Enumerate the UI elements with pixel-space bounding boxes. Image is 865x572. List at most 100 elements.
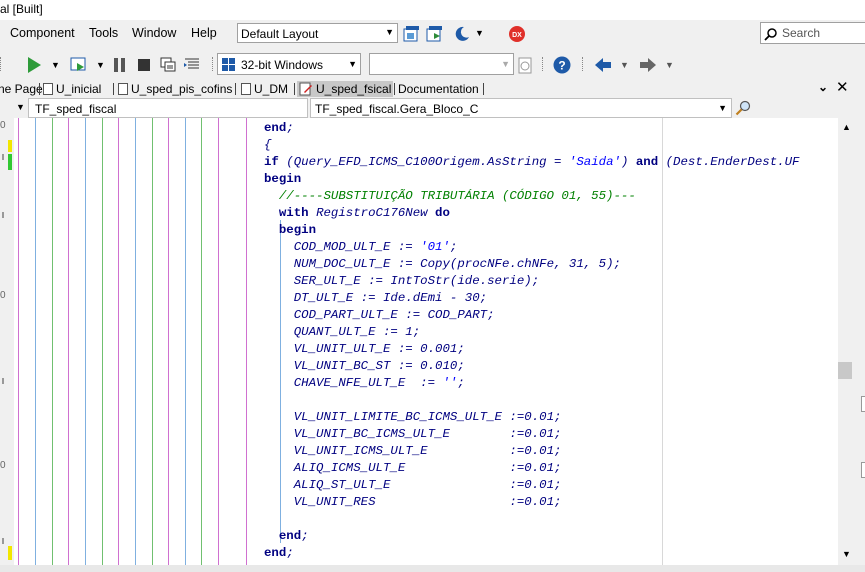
code-text: end; {if (Query_EFD_ICMS_C100Origem.AsStr…	[264, 120, 799, 562]
tab-separator	[235, 83, 236, 95]
dx-badge-text: DX	[512, 32, 522, 39]
gutter-marker	[2, 212, 4, 218]
menu-window[interactable]: Window	[132, 26, 176, 40]
load-layout-icon[interactable]	[425, 24, 445, 44]
code-navigation-bar: ▼ TF_sped_fiscal TF_sped_fiscal.Gera_Blo…	[0, 98, 865, 118]
tab-u-sped-pis-cofins[interactable]: U_sped_pis_cofins	[118, 81, 232, 97]
theme-moon-icon[interactable]	[452, 24, 472, 44]
class-combo[interactable]: TF_sped_fiscal	[28, 98, 308, 118]
gutter-marker: 0	[0, 460, 6, 471]
toolbar-separator	[582, 57, 584, 71]
nav-chevron-down-icon[interactable]: ▼	[16, 102, 25, 112]
tab-list-chevron-icon[interactable]: ⌄	[818, 80, 828, 94]
code-line: CHAVE_NFE_ULT_E := '';	[293, 376, 465, 390]
chevron-down-icon: ▼	[348, 59, 357, 69]
scroll-down-icon[interactable]: ▼	[842, 549, 851, 559]
tab-label: U_DM	[254, 82, 289, 96]
method-combo-value: TF_sped_fiscal.Gera_Bloco_C	[315, 102, 479, 116]
run-chevron-down-icon[interactable]: ▼	[51, 60, 60, 70]
trace-into-icon[interactable]	[182, 55, 202, 75]
indent-guide	[52, 118, 53, 565]
indent-guide	[35, 118, 36, 565]
title-bar: al [Built]	[0, 0, 865, 20]
toolbar-separator	[542, 57, 544, 71]
platform-combo[interactable]: 32-bit Windows ▼	[217, 53, 361, 75]
layout-combo[interactable]: Default Layout ▼	[237, 23, 398, 43]
close-icon[interactable]: ✕	[836, 78, 849, 96]
code-line: with RegistroC176New do	[278, 206, 450, 220]
dx-badge-icon[interactable]: DX	[507, 24, 527, 44]
indent-guide	[68, 118, 69, 565]
chevron-down-icon: ▼	[501, 59, 510, 69]
code-line: ALIQ_ST_ULT_E :=0.01;	[293, 478, 562, 492]
indent-guide	[18, 118, 19, 565]
toolbar-grip	[0, 57, 4, 71]
code-line: DT_ULT_E := Ide.dEmi - 30;	[293, 291, 488, 305]
svg-text:?: ?	[558, 59, 565, 73]
pause-icon[interactable]	[110, 55, 130, 75]
tab-separator	[483, 83, 484, 95]
config-combo[interactable]: ▼	[369, 53, 514, 75]
side-pane-control[interactable]	[861, 396, 865, 412]
code-line: ​	[264, 392, 799, 409]
layout-combo-value: Default Layout	[241, 27, 319, 41]
unit-file-icon	[241, 83, 251, 95]
tab-documentation[interactable]: Documentation	[398, 81, 479, 97]
side-pane-edge	[855, 118, 865, 572]
toolbar: ▼ ▼ 32-bit Windows ▼ ▼ ? ▼ ▼	[0, 48, 865, 80]
back-arrow-icon[interactable]	[593, 55, 613, 75]
step-over-icon[interactable]	[158, 55, 178, 75]
gutter-marker: 0	[0, 290, 6, 301]
forward-arrow-icon[interactable]	[638, 55, 658, 75]
tab-u-sped-fsical[interactable]: U_sped_fsical	[297, 81, 394, 97]
forward-chevron-down-icon[interactable]: ▼	[665, 60, 674, 70]
side-pane-control[interactable]	[861, 462, 865, 478]
help-icon[interactable]: ?	[552, 55, 572, 75]
menu-component[interactable]: Component	[10, 26, 75, 40]
code-line: begin	[278, 223, 317, 237]
tab-u-dm[interactable]: U_DM	[241, 81, 288, 97]
run-icon[interactable]	[24, 55, 44, 75]
tab-u-inicial[interactable]: U_inicial	[43, 81, 101, 97]
run-without-debug-chevron-icon[interactable]: ▼	[96, 60, 105, 70]
menu-tools[interactable]: Tools	[89, 26, 118, 40]
tab-label: ne Page	[0, 82, 43, 96]
modified-line-marker	[8, 140, 12, 152]
indent-guide	[185, 118, 186, 565]
search-box[interactable]: Search	[760, 22, 865, 44]
platform-value: 32-bit Windows	[241, 58, 324, 72]
back-chevron-down-icon[interactable]: ▼	[620, 60, 629, 70]
target-platform-icon[interactable]	[516, 56, 536, 76]
code-line: VL_UNIT_BC_ST := 0.010;	[293, 359, 465, 373]
run-without-debug-icon[interactable]	[69, 55, 89, 75]
toolbar-separator	[212, 57, 214, 71]
stop-icon[interactable]	[134, 55, 154, 75]
method-combo[interactable]: TF_sped_fiscal.Gera_Bloco_C ▼	[310, 98, 732, 118]
code-line: ALIQ_ICMS_ULT_E :=0.01;	[293, 461, 562, 475]
scroll-up-icon[interactable]: ▲	[842, 122, 851, 132]
search-icon[interactable]	[735, 100, 751, 116]
code-line: end;	[264, 121, 294, 135]
save-layout-icon[interactable]	[402, 24, 422, 44]
indent-guide	[118, 118, 119, 565]
tab-label: U_inicial	[56, 82, 102, 96]
scroll-thumb[interactable]	[838, 362, 852, 379]
code-line: COD_MOD_ULT_E := '01';	[293, 240, 458, 254]
code-editor[interactable]: 0 0 0 end; {if (Query_EFD_ICMS_C100Origem…	[0, 118, 838, 565]
code-line: VL_UNIT_ULT_E := 0.001;	[293, 342, 465, 356]
menu-help[interactable]: Help	[191, 26, 217, 40]
window-title: al [Built]	[0, 2, 43, 16]
code-line: {	[264, 138, 272, 152]
tab-welcome-page[interactable]: ne Page	[0, 81, 43, 97]
code-line: end;	[278, 529, 309, 543]
unit-file-icon	[118, 83, 128, 95]
indent-guide	[152, 118, 153, 565]
indent-guide	[218, 118, 219, 565]
code-line: //----SUBSTITUIÇÃO TRIBUTÁRIA (CÓDIGO 01…	[264, 189, 636, 203]
horizontal-scrollbar[interactable]	[0, 565, 865, 572]
theme-chevron-down-icon[interactable]: ▼	[475, 28, 484, 38]
tab-separator	[294, 83, 295, 95]
vertical-scrollbar[interactable]: ▲ ▼	[838, 118, 855, 565]
menu-bar: Component Tools Window Help Default Layo…	[0, 20, 865, 48]
saved-line-marker	[8, 154, 12, 170]
